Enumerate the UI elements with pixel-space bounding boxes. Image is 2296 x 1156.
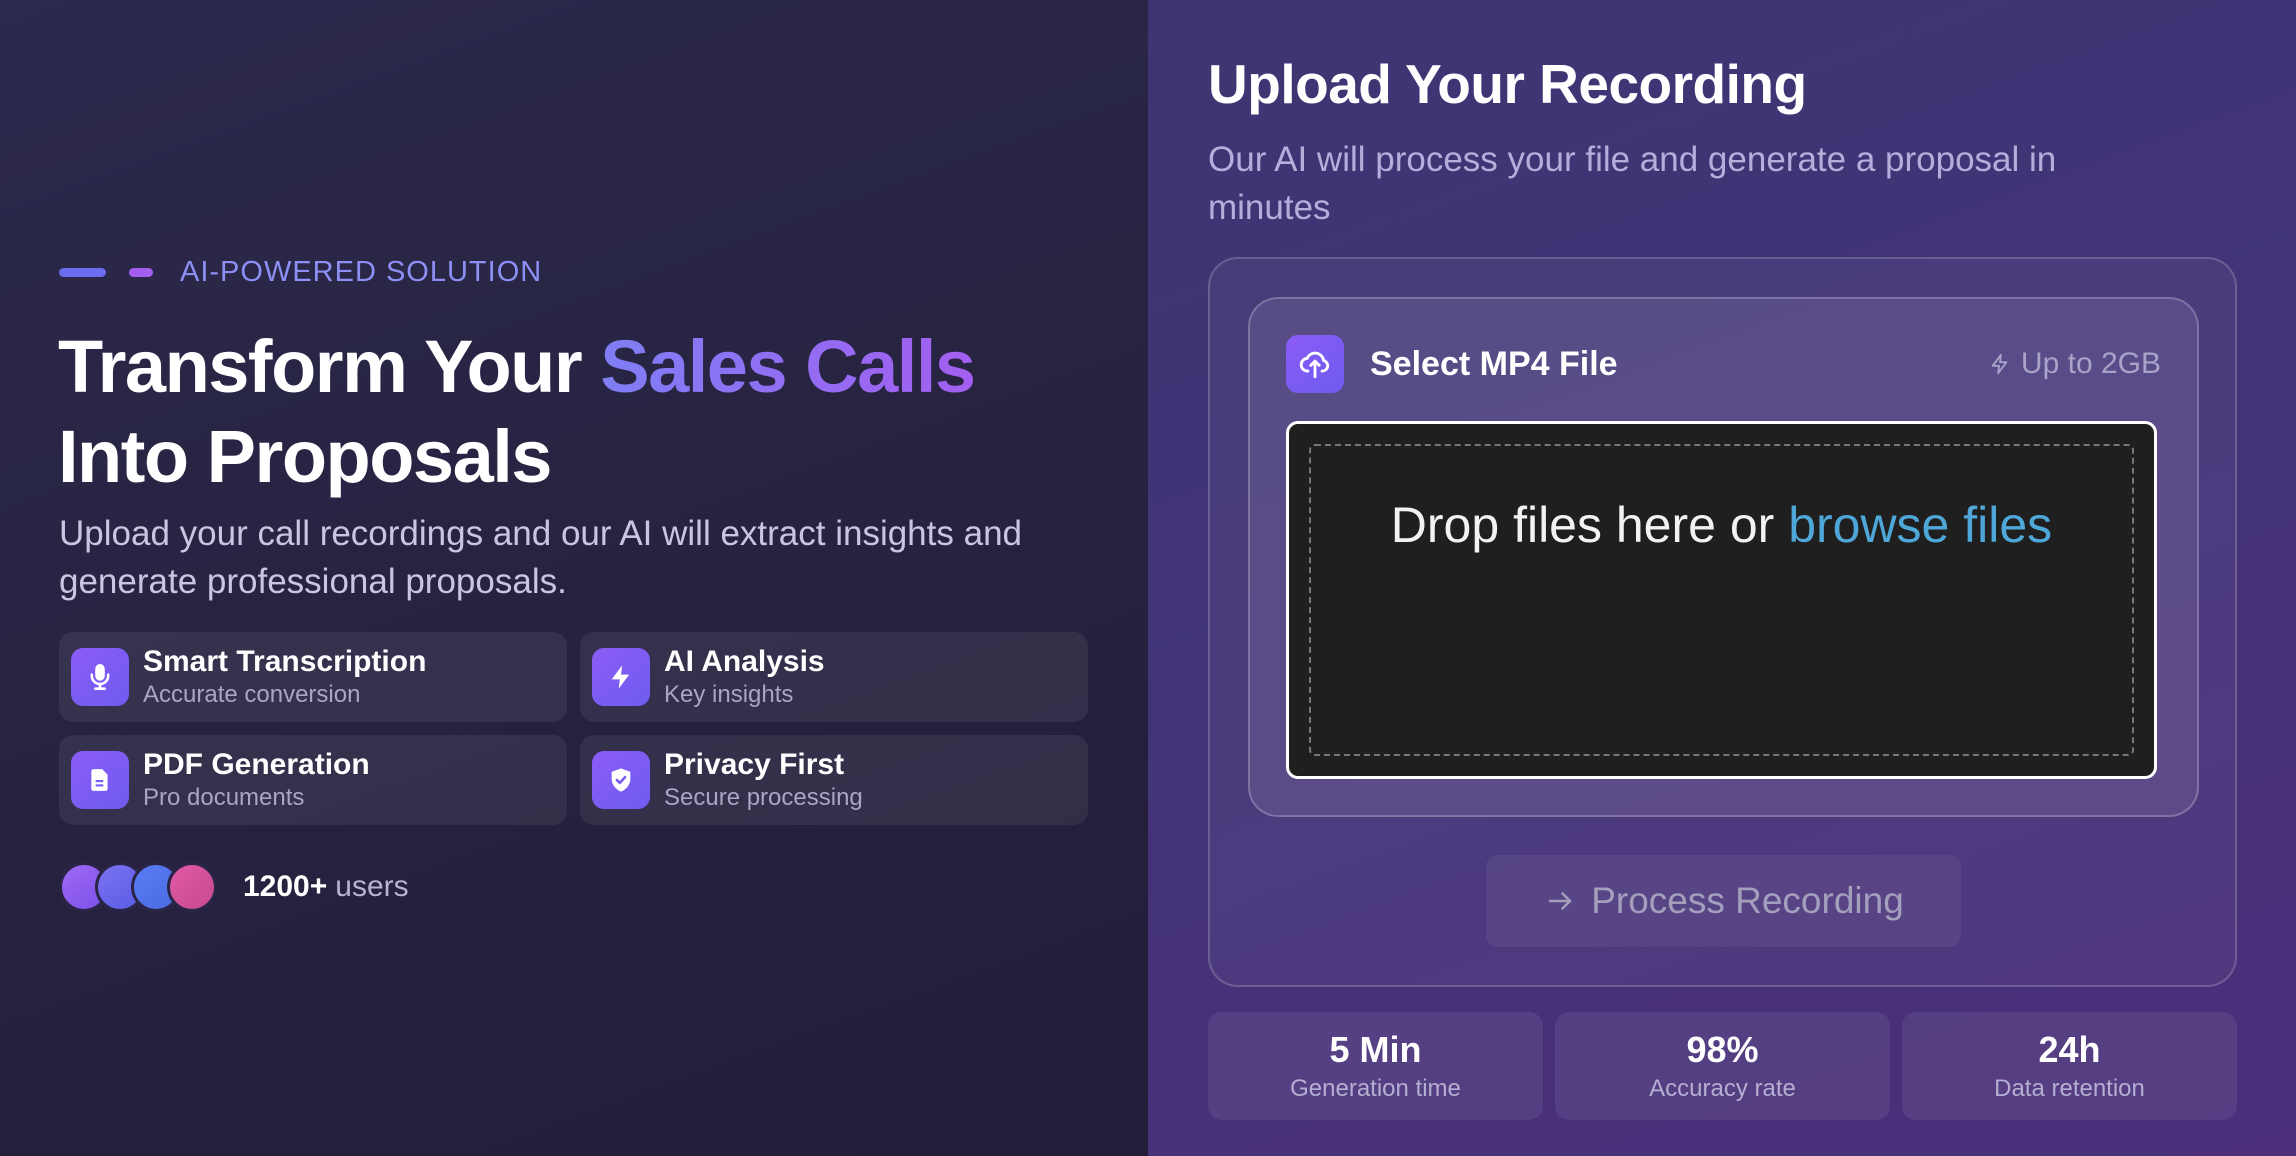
upload-card: Select MP4 File Up to 2GB Drop files her… [1208, 257, 2237, 987]
feature-subtitle: Key insights [664, 681, 794, 708]
select-file-label: Select MP4 File [1370, 344, 1618, 383]
lightning-icon [592, 648, 650, 706]
lightning-outline-icon [1991, 353, 2008, 375]
browse-files-link[interactable]: browse files [1788, 497, 2052, 553]
stat-card: 24h Data retention [1902, 1012, 2237, 1120]
eyebrow-dash-long [59, 268, 106, 277]
headline-highlight: Sales Calls [600, 325, 976, 408]
feature-title: AI Analysis [664, 645, 825, 678]
process-recording-label: Process Recording [1591, 880, 1904, 921]
headline-part1: Transform Your [58, 325, 601, 408]
feature-card-pdf: PDF Generation Pro documents [59, 735, 567, 825]
user-count-number: 1200+ [243, 870, 328, 903]
file-size-limit-text: Up to 2GB [2020, 347, 2161, 380]
feature-subtitle: Pro documents [143, 784, 305, 811]
stat-card: 5 Min Generation time [1208, 1012, 1543, 1120]
microphone-icon [71, 648, 129, 706]
stat-label: Generation time [1290, 1075, 1461, 1102]
stats-row: 5 Min Generation time 98% Accuracy rate … [1208, 1012, 2237, 1120]
feature-title: PDF Generation [143, 748, 370, 781]
avatar [167, 862, 217, 912]
cloud-upload-icon [1286, 335, 1344, 393]
file-size-limit: Up to 2GB [1989, 347, 2161, 381]
file-select-box: Select MP4 File Up to 2GB Drop files her… [1248, 297, 2199, 817]
document-icon [71, 751, 129, 809]
stat-label: Data retention [1994, 1075, 2145, 1102]
file-select-header: Select MP4 File Up to 2GB [1286, 335, 2161, 393]
stat-label: Accuracy rate [1649, 1075, 1796, 1102]
hero-subtitle: Upload your call recordings and our AI w… [59, 514, 1022, 601]
feature-title: Smart Transcription [143, 645, 427, 678]
process-recording-button[interactable]: Process Recording [1486, 855, 1961, 947]
upload-subtitle: Our AI will process your file and genera… [1208, 140, 2057, 227]
stat-card: 98% Accuracy rate [1555, 1012, 1890, 1120]
eyebrow: AI-POWERED SOLUTION [59, 256, 542, 289]
stat-value: 5 Min [1329, 1029, 1422, 1070]
stat-value: 98% [1686, 1029, 1759, 1070]
drop-zone-text: Drop files here or browse files [1289, 496, 2154, 554]
feature-card-transcription: Smart Transcription Accurate conversion [59, 632, 567, 722]
user-count-label: users [335, 870, 409, 903]
eyebrow-label: AI-POWERED SOLUTION [180, 256, 543, 288]
hero-headline: Transform Your Sales Calls Into Proposals [58, 322, 1118, 502]
arrow-right-icon [1548, 892, 1572, 910]
hero-panel: AI-POWERED SOLUTION Transform Your Sales… [0, 0, 1148, 1156]
file-drop-zone[interactable]: Drop files here or browse files [1286, 421, 2157, 779]
feature-grid: Smart Transcription Accurate conversion … [59, 632, 1088, 825]
user-count: 1200+ users [59, 862, 409, 912]
headline-part2: Into Proposals [58, 415, 552, 498]
feature-subtitle: Accurate conversion [143, 681, 361, 708]
drop-zone-border [1309, 444, 2134, 756]
eyebrow-dash-short [129, 268, 153, 277]
feature-card-analysis: AI Analysis Key insights [580, 632, 1088, 722]
feature-title: Privacy First [664, 748, 845, 781]
drop-instructions: Drop files here or [1390, 497, 1789, 553]
stat-value: 24h [2038, 1029, 2101, 1070]
feature-card-privacy: Privacy First Secure processing [580, 735, 1088, 825]
shield-check-icon [592, 751, 650, 809]
feature-subtitle: Secure processing [664, 784, 863, 811]
upload-title: Upload Your Recording [1208, 53, 1807, 115]
